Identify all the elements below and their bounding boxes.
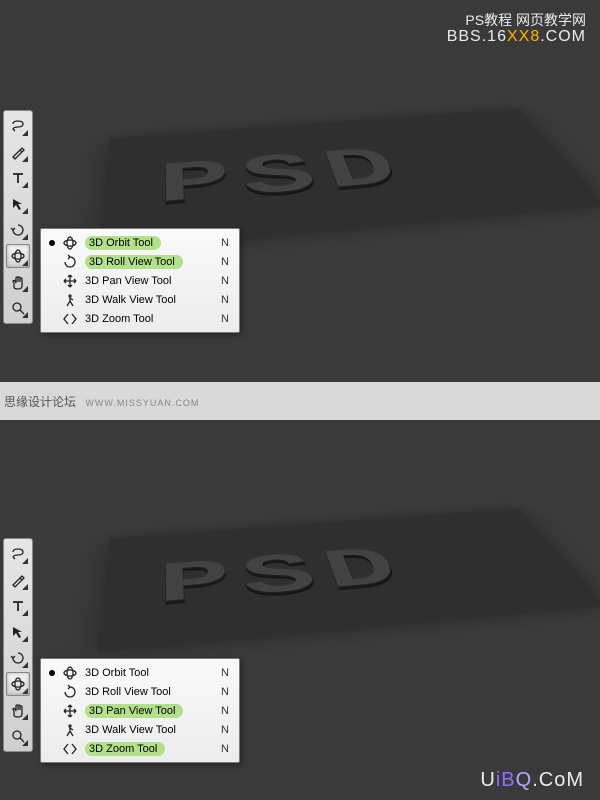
flyout-item-label: 3D Roll View Tool — [85, 686, 197, 698]
shortcut-key: N — [221, 294, 229, 306]
flyout-item-label: 3D Zoom Tool — [85, 313, 197, 325]
zoom3d-icon — [61, 741, 79, 757]
current-tool-indicator — [49, 670, 55, 676]
orbit-icon — [10, 248, 26, 264]
watermark-middle: 思缘设计论坛 WWW.MISSYUAN.COM — [4, 393, 199, 410]
shortcut-key: N — [221, 743, 229, 755]
type-icon — [10, 170, 26, 186]
hand-icon — [10, 274, 26, 290]
flyout-item-orbit[interactable]: 3D Orbit Tool N — [45, 233, 235, 252]
flyout-item-label: 3D Orbit Tool — [85, 236, 197, 250]
shortcut-key: N — [221, 237, 229, 249]
toolbox — [3, 538, 33, 752]
flyout-item-label: 3D Walk View Tool — [85, 294, 197, 306]
3d-orbit-tool[interactable] — [6, 672, 30, 696]
flyout-item-label: 3D Zoom Tool — [85, 742, 197, 756]
flyout-item-pan[interactable]: 3D Pan View Tool N — [45, 701, 235, 720]
rotate3d-icon — [10, 222, 26, 238]
path-selection-tool[interactable] — [6, 620, 30, 644]
orbit-icon — [61, 235, 79, 251]
flyout-item-roll[interactable]: 3D Roll View Tool N — [45, 682, 235, 701]
lasso-tool[interactable] — [6, 542, 30, 566]
flyout-item-orbit[interactable]: 3D Orbit Tool N — [45, 663, 235, 682]
lasso-tool[interactable] — [6, 114, 30, 138]
type-tool[interactable] — [6, 166, 30, 190]
zoom3d-icon — [61, 311, 79, 327]
lasso-icon — [10, 546, 26, 562]
flyout-item-walk[interactable]: 3D Walk View Tool N — [45, 290, 235, 309]
shortcut-key: N — [221, 256, 229, 268]
shortcut-key: N — [221, 705, 229, 717]
flyout-item-zoom3d[interactable]: 3D Zoom Tool N — [45, 739, 235, 758]
shortcut-key: N — [221, 724, 229, 736]
type-icon — [10, 598, 26, 614]
type-tool[interactable] — [6, 594, 30, 618]
zoom-tool[interactable] — [6, 296, 30, 320]
tool-flyout-3d-camera: 3D Orbit ToolN3D Roll View ToolN3D Pan V… — [40, 658, 240, 763]
flyout-item-label: 3D Pan View Tool — [85, 704, 197, 718]
pen-tool[interactable] — [6, 568, 30, 592]
arrow-icon — [10, 196, 26, 212]
pen-icon — [10, 144, 26, 160]
flyout-item-pan[interactable]: 3D Pan View Tool N — [45, 271, 235, 290]
path-selection-tool[interactable] — [6, 192, 30, 216]
toolbox — [3, 110, 33, 324]
walk-icon — [61, 722, 79, 738]
flyout-item-roll[interactable]: 3D Roll View Tool N — [45, 252, 235, 271]
flyout-item-label: 3D Pan View Tool — [85, 275, 197, 287]
flyout-item-zoom3d[interactable]: 3D Zoom Tool N — [45, 309, 235, 328]
shortcut-key: N — [221, 275, 229, 287]
shortcut-key: N — [221, 667, 229, 679]
arrow-icon — [10, 624, 26, 640]
3d-orbit-tool[interactable] — [6, 244, 30, 268]
hand-icon — [10, 702, 26, 718]
pan-icon — [61, 703, 79, 719]
roll-icon — [61, 254, 79, 270]
shortcut-key: N — [221, 313, 229, 325]
3d-rotate-tool[interactable] — [6, 646, 30, 670]
3d-text: PSD — [157, 538, 422, 622]
roll-icon — [61, 684, 79, 700]
highlight-marker: 3D Roll View Tool — [85, 255, 183, 269]
hand-tool[interactable] — [6, 270, 30, 294]
orbit-icon — [10, 676, 26, 692]
hand-tool[interactable] — [6, 698, 30, 722]
flyout-item-label: 3D Orbit Tool — [85, 667, 197, 679]
highlight-marker: 3D Orbit Tool — [85, 236, 161, 250]
lasso-icon — [10, 118, 26, 134]
flyout-item-walk[interactable]: 3D Walk View Tool N — [45, 720, 235, 739]
pan-icon — [61, 273, 79, 289]
zoom-tool[interactable] — [6, 724, 30, 748]
flyout-item-label: 3D Walk View Tool — [85, 724, 197, 736]
flyout-item-label: 3D Roll View Tool — [85, 255, 197, 269]
rotate3d-icon — [10, 650, 26, 666]
pen-icon — [10, 572, 26, 588]
watermark-bottom: UiBQ.CoM — [480, 769, 584, 792]
3d-plane: PSD — [97, 509, 600, 653]
zoom-icon — [10, 300, 26, 316]
walk-icon — [61, 292, 79, 308]
current-tool-indicator — [49, 240, 55, 246]
3d-rotate-tool[interactable] — [6, 218, 30, 242]
pen-tool[interactable] — [6, 140, 30, 164]
highlight-marker: 3D Zoom Tool — [85, 742, 165, 756]
3d-text: PSD — [157, 138, 422, 222]
highlight-marker: 3D Pan View Tool — [85, 704, 183, 718]
tool-flyout-3d-camera: 3D Orbit ToolN3D Roll View ToolN3D Pan V… — [40, 228, 240, 333]
zoom-icon — [10, 728, 26, 744]
orbit-icon — [61, 665, 79, 681]
shortcut-key: N — [221, 686, 229, 698]
